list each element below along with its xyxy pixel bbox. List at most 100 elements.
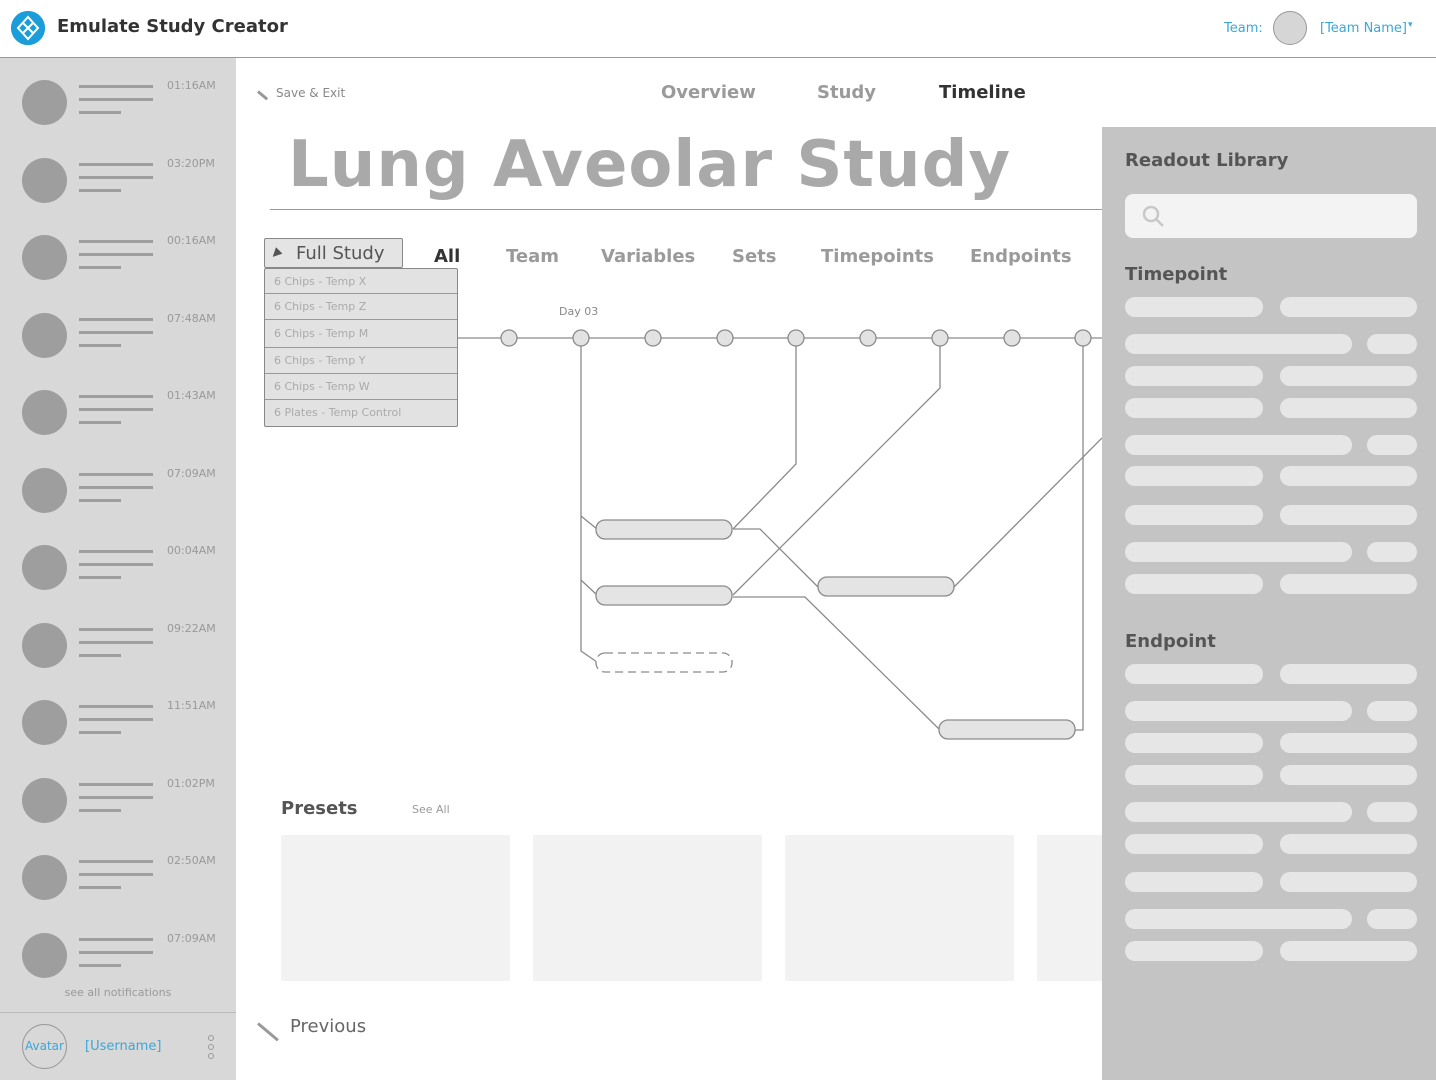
library-item-placeholder[interactable]	[1125, 765, 1263, 785]
filter-tab-endpoints[interactable]: Endpoints	[970, 246, 1072, 267]
timeline-readout-bar[interactable]	[817, 576, 955, 597]
notification-item[interactable]: 01:02PM	[0, 777, 236, 855]
study-option[interactable]: 6 Chips - Temp W	[265, 374, 457, 400]
timepoint-node[interactable]	[859, 329, 877, 347]
timepoint-node[interactable]	[931, 329, 949, 347]
tab-timeline[interactable]: Timeline	[939, 82, 1026, 103]
library-item-placeholder[interactable]	[1125, 505, 1263, 525]
timeline-connector	[580, 338, 598, 663]
timepoint-node[interactable]	[644, 329, 662, 347]
team-name-dropdown[interactable]: [Team Name]	[1320, 21, 1407, 36]
study-option[interactable]: 6 Chips - Temp Y	[265, 348, 457, 374]
timepoint-node[interactable]	[787, 329, 805, 347]
timepoint-node[interactable]	[716, 329, 734, 347]
timepoint-node[interactable]	[1003, 329, 1021, 347]
timeline-drop-slot[interactable]	[595, 652, 733, 673]
notification-item[interactable]: 00:16AM	[0, 234, 236, 312]
notification-item[interactable]: 07:48AM	[0, 312, 236, 390]
library-item-placeholder[interactable]	[1280, 366, 1417, 386]
notification-item[interactable]: 03:20PM	[0, 157, 236, 235]
text-line	[79, 343, 121, 347]
library-item-placeholder[interactable]	[1125, 941, 1263, 961]
library-item-placeholder[interactable]	[1280, 505, 1417, 525]
notification-item[interactable]: 01:43AM	[0, 389, 236, 467]
library-item-placeholder[interactable]	[1367, 802, 1417, 822]
library-item-placeholder[interactable]	[1280, 398, 1417, 418]
library-item-placeholder[interactable]	[1125, 466, 1263, 486]
study-option[interactable]: 6 Chips - Temp Z	[265, 294, 457, 320]
user-avatar[interactable]: Avatar	[22, 1024, 67, 1069]
notification-time: 07:09AM	[167, 466, 216, 480]
library-item-placeholder[interactable]	[1280, 574, 1417, 594]
library-item-placeholder[interactable]	[1280, 466, 1417, 486]
library-item-placeholder[interactable]	[1125, 701, 1352, 721]
library-item-placeholder[interactable]	[1280, 872, 1417, 892]
timeline-readout-bar[interactable]	[595, 585, 733, 606]
preset-card[interactable]	[281, 835, 510, 981]
library-item-placeholder[interactable]	[1125, 872, 1263, 892]
timeline-readout-bar[interactable]	[938, 719, 1076, 740]
preset-card[interactable]	[1037, 835, 1103, 981]
study-option[interactable]: 6 Plates - Temp Control	[265, 400, 457, 426]
more-vertical-icon[interactable]	[207, 1035, 215, 1059]
filter-tab-team[interactable]: Team	[506, 246, 559, 267]
notification-item[interactable]: 11:51AM	[0, 699, 236, 777]
library-item-placeholder[interactable]	[1367, 542, 1417, 562]
text-line	[79, 266, 121, 269]
library-item-placeholder[interactable]	[1125, 334, 1352, 354]
presets-see-all-link[interactable]: See All	[412, 803, 450, 816]
library-item-placeholder[interactable]	[1280, 664, 1417, 684]
notification-item[interactable]: 02:50AM	[0, 854, 236, 932]
chevron-down-icon[interactable]: ▾	[1408, 20, 1413, 30]
timeline-connector	[580, 515, 598, 530]
library-item-placeholder[interactable]	[1367, 701, 1417, 721]
see-all-notifications-link[interactable]: see all notifications	[0, 986, 236, 999]
library-item-placeholder[interactable]	[1125, 366, 1263, 386]
app-logo-icon[interactable]	[11, 11, 45, 45]
library-item-placeholder[interactable]	[1280, 834, 1417, 854]
text-line	[79, 111, 121, 114]
library-item-placeholder[interactable]	[1125, 664, 1263, 684]
library-item-placeholder[interactable]	[1280, 733, 1417, 753]
library-item-placeholder[interactable]	[1125, 398, 1263, 418]
filter-tab-variables[interactable]: Variables	[601, 246, 695, 267]
library-item-placeholder[interactable]	[1125, 834, 1263, 854]
team-avatar[interactable]	[1273, 11, 1307, 45]
filter-tab-timepoints[interactable]: Timepoints	[821, 246, 934, 267]
timepoint-node[interactable]	[500, 329, 518, 347]
notification-item[interactable]: 07:09AM	[0, 466, 236, 545]
library-item-placeholder[interactable]	[1125, 802, 1352, 822]
timepoint-node[interactable]	[572, 329, 590, 347]
library-item-placeholder[interactable]	[1125, 733, 1263, 753]
library-item-placeholder[interactable]	[1280, 765, 1417, 785]
preset-card[interactable]	[785, 835, 1014, 981]
back-arrow-icon[interactable]	[257, 90, 269, 101]
tab-study[interactable]: Study	[817, 82, 876, 103]
notification-item[interactable]: 09:22AM	[0, 622, 236, 700]
library-item-placeholder[interactable]	[1125, 435, 1352, 455]
library-item-placeholder[interactable]	[1280, 941, 1417, 961]
library-item-placeholder[interactable]	[1125, 574, 1263, 594]
library-search-input[interactable]	[1125, 194, 1417, 238]
library-item-placeholder[interactable]	[1125, 297, 1263, 317]
library-item-placeholder[interactable]	[1367, 334, 1417, 354]
notification-item[interactable]: 01:16AM	[0, 79, 236, 157]
library-item-placeholder[interactable]	[1125, 909, 1352, 929]
previous-button[interactable]: Previous	[290, 1016, 366, 1037]
study-option[interactable]: 6 Chips - Temp M	[265, 320, 457, 348]
timeline-readout-bar[interactable]	[595, 519, 733, 540]
notification-item[interactable]: 00:04AM	[0, 544, 236, 622]
study-option[interactable]: 6 Chips - Temp X	[265, 269, 457, 294]
preset-card[interactable]	[533, 835, 762, 981]
library-item-placeholder[interactable]	[1280, 297, 1417, 317]
library-item-placeholder[interactable]	[1367, 435, 1417, 455]
save-exit-link[interactable]: Save & Exit	[276, 86, 345, 100]
library-item-placeholder[interactable]	[1125, 542, 1352, 562]
timepoint-node[interactable]	[1074, 329, 1092, 347]
tab-overview[interactable]: Overview	[661, 82, 756, 103]
library-item-placeholder[interactable]	[1367, 909, 1417, 929]
previous-arrow-icon[interactable]	[257, 1022, 279, 1042]
username-link[interactable]: [Username]	[85, 1039, 161, 1054]
filter-tab-all[interactable]: All	[434, 246, 460, 267]
filter-tab-sets[interactable]: Sets	[732, 246, 777, 267]
